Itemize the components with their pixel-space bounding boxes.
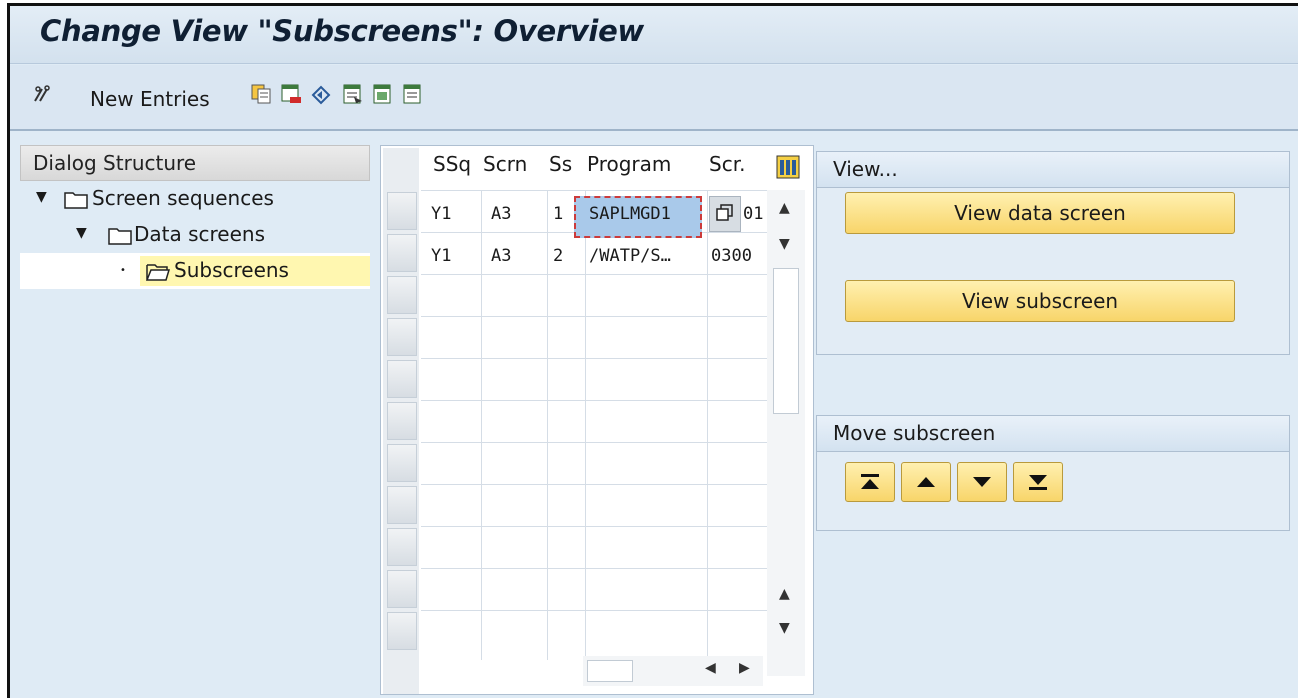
grid-line xyxy=(421,526,767,527)
application-toolbar: New Entries xyxy=(10,65,1298,131)
content-area: Dialog Structure ▼ Screen sequences ▼ Da… xyxy=(10,133,1298,698)
move-subscreen-title: Move subscreen xyxy=(817,416,1289,452)
cell-ss[interactable]: 2 xyxy=(553,246,563,266)
table-settings-icon[interactable] xyxy=(775,154,801,180)
vertical-scrollbar[interactable]: ▲ ▼ ▲ ▼ xyxy=(767,190,805,676)
row-selector[interactable] xyxy=(387,318,417,356)
tree-item-label: Data screens xyxy=(134,222,266,246)
grid-line xyxy=(547,190,548,660)
expand-arrow-icon[interactable]: ▼ xyxy=(76,225,87,241)
row-selector[interactable] xyxy=(387,402,417,440)
copy-icon xyxy=(716,204,733,221)
open-folder-icon xyxy=(146,264,170,281)
move-top-button[interactable] xyxy=(845,462,895,502)
grid-line xyxy=(421,316,767,317)
edit-glasses-icon[interactable] xyxy=(32,83,54,105)
column-header-scrn[interactable]: Scrn xyxy=(483,152,527,188)
grid-line xyxy=(421,190,767,191)
select-all-icon[interactable] xyxy=(342,83,364,105)
cell-scr[interactable]: 0300 xyxy=(711,246,752,266)
tree-item-label: Screen sequences xyxy=(92,186,274,210)
bullet-icon: • xyxy=(120,265,126,276)
folder-icon xyxy=(108,228,132,245)
select-block-icon[interactable] xyxy=(372,83,394,105)
view-group-title: View... xyxy=(817,152,1289,188)
scroll-down-icon[interactable]: ▼ xyxy=(779,236,790,252)
row-selector[interactable] xyxy=(387,444,417,482)
move-subscreen-group: Move subscreen xyxy=(816,415,1290,531)
row-selector[interactable] xyxy=(387,360,417,398)
scroll-left-icon[interactable]: ◀ xyxy=(705,660,716,676)
grid-line xyxy=(585,190,586,660)
subscreens-table: SSq Scrn Ss Program Scr. Y1 A3 1 SAPLMGD… xyxy=(380,145,814,695)
delete-icon[interactable] xyxy=(280,83,302,105)
grid-line xyxy=(707,190,708,660)
cell-scr[interactable]: 01 xyxy=(743,204,763,224)
grid-line xyxy=(421,442,767,443)
move-bottom-button[interactable] xyxy=(1013,462,1063,502)
grid-line xyxy=(421,274,767,275)
scroll-page-down-icon[interactable]: ▼ xyxy=(779,620,790,636)
grid-line xyxy=(421,358,767,359)
dialog-structure-header: Dialog Structure xyxy=(20,145,370,181)
copy-value-button[interactable] xyxy=(709,196,741,232)
grid-line xyxy=(481,190,482,660)
move-down-button[interactable] xyxy=(957,462,1007,502)
copy-icon[interactable] xyxy=(250,83,272,105)
cell-scrn[interactable]: A3 xyxy=(491,246,511,266)
grid-line xyxy=(421,610,767,611)
horizontal-scrollbar[interactable]: ◀ ▶ xyxy=(583,656,763,686)
grid-line xyxy=(421,568,767,569)
sap-window: Change View "Subscreens": Overview New E… xyxy=(7,3,1298,698)
column-header-ssq[interactable]: SSq xyxy=(433,152,471,188)
cell-program[interactable]: SAPLMGD1 xyxy=(589,204,671,224)
move-to-bottom-icon xyxy=(1029,475,1047,490)
new-entries-button[interactable]: New Entries xyxy=(90,87,210,111)
view-data-screen-button[interactable]: View data screen xyxy=(845,192,1235,234)
tree-item-subscreens[interactable]: • Subscreens xyxy=(20,253,370,289)
view-group: View... View data screen View subscreen xyxy=(816,151,1290,355)
undo-icon[interactable] xyxy=(310,83,332,105)
row-selector[interactable] xyxy=(387,528,417,566)
folder-icon xyxy=(64,192,88,209)
move-down-icon xyxy=(973,477,991,487)
column-header-ss[interactable]: Ss xyxy=(549,152,572,188)
row-selector[interactable] xyxy=(387,570,417,608)
cell-ss[interactable]: 1 xyxy=(553,204,563,224)
view-subscreen-button[interactable]: View subscreen xyxy=(845,280,1235,322)
cell-program[interactable]: /WATP/S… xyxy=(589,246,671,266)
cell-scrn[interactable]: A3 xyxy=(491,204,511,224)
row-selector[interactable] xyxy=(387,486,417,524)
scroll-right-icon[interactable]: ▶ xyxy=(739,660,750,676)
move-up-icon xyxy=(917,477,935,487)
scroll-thumb[interactable] xyxy=(773,268,799,414)
cell-ssq[interactable]: Y1 xyxy=(431,246,451,266)
tree-item-screen-sequences[interactable]: ▼ Screen sequences xyxy=(20,181,370,217)
scroll-page-up-icon[interactable]: ▲ xyxy=(779,586,790,602)
deselect-all-icon[interactable] xyxy=(402,83,424,105)
scroll-thumb[interactable] xyxy=(587,660,633,682)
column-header-scr[interactable]: Scr. xyxy=(709,152,745,188)
grid-line xyxy=(421,400,767,401)
row-selector[interactable] xyxy=(387,234,417,272)
row-selector[interactable] xyxy=(387,276,417,314)
scroll-up-icon[interactable]: ▲ xyxy=(779,200,790,216)
move-to-top-icon xyxy=(861,474,879,489)
row-selector[interactable] xyxy=(387,612,417,650)
tree-item-label: Subscreens xyxy=(170,256,293,284)
tree-item-data-screens[interactable]: ▼ Data screens xyxy=(20,217,370,253)
expand-arrow-icon[interactable]: ▼ xyxy=(36,189,47,205)
grid-line xyxy=(421,484,767,485)
title-bar: Change View "Subscreens": Overview xyxy=(10,6,1298,64)
dialog-structure-panel: Dialog Structure ▼ Screen sequences ▼ Da… xyxy=(20,145,370,698)
page-title: Change View "Subscreens": Overview xyxy=(40,14,644,48)
cell-ssq[interactable]: Y1 xyxy=(431,204,451,224)
row-selector[interactable] xyxy=(387,192,417,230)
column-header-program[interactable]: Program xyxy=(587,152,671,188)
move-up-button[interactable] xyxy=(901,462,951,502)
